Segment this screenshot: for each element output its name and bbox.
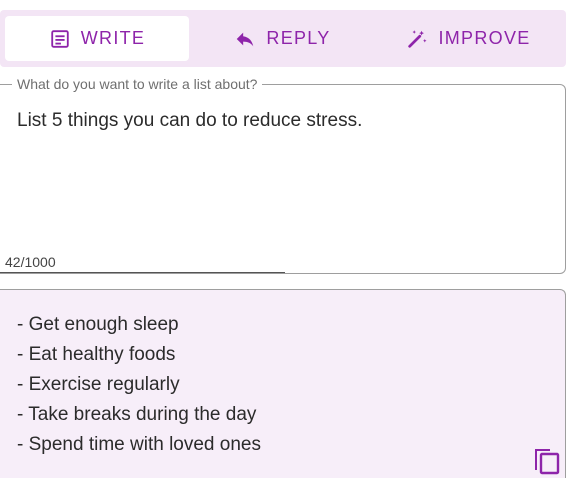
copy-icon <box>531 443 561 475</box>
tab-write[interactable]: WRITE <box>5 16 189 61</box>
character-counter: 42/1000 <box>5 254 56 270</box>
app-root: WRITE REPLY IMPROVE What do you want to … <box>0 0 566 478</box>
tab-improve-label: IMPROVE <box>438 28 531 48</box>
copy-button[interactable] <box>531 443 561 475</box>
prompt-input[interactable]: List 5 things you can do to reduce stres… <box>17 109 549 133</box>
prompt-field-label: What do you want to write a list about? <box>12 75 263 93</box>
list-item: - Exercise regularly <box>17 374 180 395</box>
tab-reply[interactable]: REPLY <box>189 16 376 61</box>
list-item: - Eat healthy foods <box>17 344 176 365</box>
mode-tabbar: WRITE REPLY IMPROVE <box>0 10 566 67</box>
prompt-field[interactable]: What do you want to write a list about? … <box>0 75 566 274</box>
note-icon <box>49 28 71 50</box>
list-item: - Get enough sleep <box>17 314 179 335</box>
list-item: - Take breaks during the day <box>17 404 257 425</box>
reply-icon <box>234 28 256 50</box>
field-underline <box>0 272 285 273</box>
output-panel: - Get enough sleep - Eat healthy foods -… <box>0 289 566 478</box>
tab-write-label: WRITE <box>80 28 146 48</box>
output-list: - Get enough sleep - Eat healthy foods -… <box>17 310 261 460</box>
magic-wand-icon <box>406 28 428 50</box>
tab-improve[interactable]: IMPROVE <box>376 16 561 61</box>
list-item: - Spend time with loved ones <box>17 434 261 455</box>
tab-reply-label: REPLY <box>266 28 331 48</box>
